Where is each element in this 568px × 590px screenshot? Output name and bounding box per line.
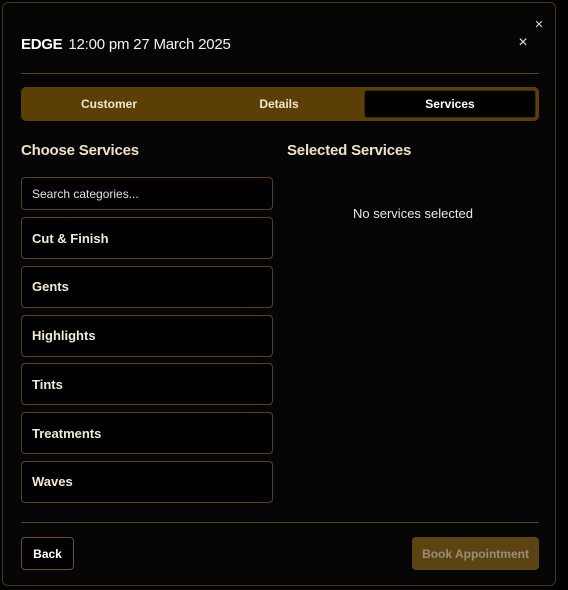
category-item[interactable]: Waves (21, 460, 273, 503)
appointment-datetime: 12:00 pm 27 March 2025 (68, 35, 231, 53)
header-divider (21, 73, 539, 74)
category-item[interactable]: Tints (21, 363, 273, 406)
category-item[interactable]: Treatments (21, 412, 273, 455)
tab-services[interactable]: Services (364, 90, 536, 118)
no-services-message: No services selected (353, 206, 473, 221)
footer-divider (21, 522, 539, 523)
back-button[interactable]: Back (21, 537, 74, 570)
step-tabs: Customer Details Services (21, 87, 539, 121)
booking-modal: × EDGE 12:00 pm 27 March 2025 × Customer… (2, 2, 556, 586)
category-item[interactable]: Highlights (21, 314, 273, 357)
close-icon[interactable]: × (515, 35, 531, 51)
tab-details[interactable]: Details (194, 90, 364, 118)
category-item[interactable]: Cut & Finish (21, 217, 273, 259)
choose-services-title: Choose Services (21, 142, 139, 159)
book-appointment-button[interactable]: Book Appointment (412, 537, 539, 570)
modal-header: EDGE 12:00 pm 27 March 2025 (21, 33, 541, 55)
search-input[interactable] (21, 177, 273, 210)
salon-name: EDGE (21, 35, 63, 53)
close-icon[interactable]: × (531, 17, 547, 33)
selected-services-title: Selected Services (287, 142, 412, 159)
category-list: Cut & Finish Gents Highlights Tints Trea… (21, 217, 273, 510)
category-item[interactable]: Gents (21, 265, 273, 308)
tab-customer[interactable]: Customer (24, 90, 194, 118)
